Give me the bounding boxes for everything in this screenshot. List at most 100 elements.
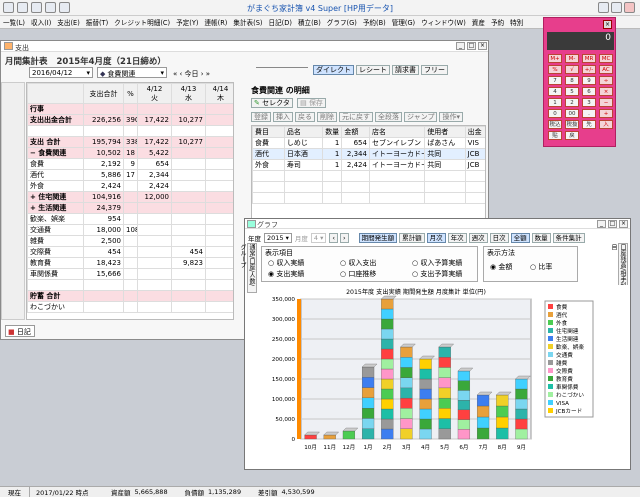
calc-key[interactable]: 3 xyxy=(582,98,596,107)
calc-key[interactable]: M- xyxy=(565,54,579,63)
calc-key[interactable]: 入 xyxy=(599,120,613,129)
calc-key[interactable]: √ xyxy=(565,65,579,74)
calc-key[interactable]: 貼 xyxy=(548,131,562,140)
display-item-radio[interactable]: ○ 収入予算実績 xyxy=(412,258,462,268)
summary-row[interactable]: + 生活関連 24,379 xyxy=(27,202,233,214)
summary-row[interactable]: わこづかい xyxy=(27,301,233,313)
calc-key[interactable]: MC xyxy=(599,54,613,63)
calc-key[interactable]: MR xyxy=(582,54,596,63)
graph-tab[interactable]: 条件集計 xyxy=(552,233,585,243)
display-method-radio[interactable]: ◉ 金額 xyxy=(490,262,512,272)
minimize-button[interactable] xyxy=(598,2,609,13)
menu-item[interactable]: 連帳(R) xyxy=(204,17,227,27)
summary-row[interactable]: 交際費 454 454 xyxy=(27,246,233,258)
display-item-radio[interactable]: ○ 支出予算実績 xyxy=(412,269,462,279)
summary-row[interactable]: 歓楽、娯楽 954 xyxy=(27,213,233,225)
summary-row[interactable]: 支出出金合計226,25639017,42210,277 xyxy=(27,114,233,126)
detail-row[interactable]: 酒代 日本酒 1 2,344 イトーヨーカドー 共同 JCB xyxy=(252,148,485,160)
graph-tab[interactable]: 週次 xyxy=(468,233,488,243)
menu-item[interactable]: クレジット明細(C) xyxy=(114,17,170,27)
summary-row[interactable] xyxy=(27,279,233,291)
detail-toolbar-button[interactable]: 登録 xyxy=(251,112,271,122)
display-item-radio[interactable]: ◉ 支出実績 xyxy=(268,269,304,279)
calc-key[interactable]: 税込 xyxy=(548,120,562,129)
diary-tab[interactable]: ■ 日記 xyxy=(5,325,35,337)
summary-row[interactable]: 支出 合計195,79433817,42210,277 xyxy=(27,136,233,148)
detail-row-empty[interactable] xyxy=(252,181,485,193)
calc-key[interactable]: . xyxy=(582,109,596,118)
settings-icon[interactable] xyxy=(45,2,56,13)
summary-row[interactable]: 食費 2,192 9 654 xyxy=(27,158,233,170)
display-item-radio[interactable]: ○ 口座推移 xyxy=(340,269,376,279)
detail-toolbar-button[interactable]: 操作▾ xyxy=(439,112,463,122)
menu-item[interactable]: ウィンドウ(W) xyxy=(421,17,466,27)
summary-row[interactable]: − 食費関連 10,502 18 5,422 xyxy=(27,147,233,159)
maximize-button[interactable]: □ xyxy=(467,42,476,50)
calc-key[interactable]: 戻 xyxy=(565,131,579,140)
graph-tab[interactable]: 日次 xyxy=(489,233,509,243)
minimize-button[interactable]: _ xyxy=(597,220,606,228)
display-method-radio[interactable]: ○ 比率 xyxy=(530,262,552,272)
detail-toolbar-button[interactable]: 全段落 xyxy=(375,112,402,122)
save-icon[interactable] xyxy=(17,2,28,13)
summary-row[interactable]: 酒代 5,886 17 2,344 xyxy=(27,169,233,181)
summary-row[interactable]: 教育費 18,423 9,823 xyxy=(27,257,233,269)
calc-key[interactable]: 9 xyxy=(582,76,596,85)
help-icon[interactable] xyxy=(59,2,70,13)
graph-tab[interactable]: 数量 xyxy=(531,233,551,243)
calc-key[interactable]: 8 xyxy=(565,76,579,85)
category-select[interactable]: ◆ 食費関連 ▾ xyxy=(97,67,167,78)
menu-item[interactable]: 収入(I) xyxy=(31,17,51,27)
select-button[interactable]: ✎ セレクタ xyxy=(251,98,293,108)
graph-tab[interactable]: 期間発生額 xyxy=(358,233,398,243)
calc-key[interactable]: + xyxy=(599,109,613,118)
calc-key[interactable]: − xyxy=(599,98,613,107)
summary-row[interactable]: 車関係費 15,666 xyxy=(27,268,233,280)
detail-tab[interactable]: フリー xyxy=(421,65,448,75)
detail-tab[interactable]: 請求書 xyxy=(392,65,419,75)
detail-toolbar-button[interactable]: ジャンプ xyxy=(404,112,438,122)
calc-key[interactable]: 0 xyxy=(548,109,562,118)
graph-tab[interactable]: 月次 xyxy=(426,233,446,243)
graph-tab[interactable]: 累計額 xyxy=(399,233,425,243)
menu-item[interactable]: 資産 xyxy=(472,17,485,27)
detail-row[interactable]: 食費 しめじ 1 654 セブンイレブン ぱあさん VIS xyxy=(252,137,485,149)
close-button[interactable]: × xyxy=(478,42,487,50)
menu-item[interactable]: グラフ(G) xyxy=(327,17,357,27)
menu-item[interactable]: 特別 xyxy=(510,17,523,27)
calc-key[interactable]: × xyxy=(599,87,613,96)
calc-key[interactable]: 00 xyxy=(565,109,579,118)
menu-item[interactable]: 管理(G) xyxy=(392,17,415,27)
calc-key[interactable]: 7 xyxy=(548,76,562,85)
calc-key[interactable]: 4 xyxy=(548,87,562,96)
save-button[interactable]: ▤ 保存 xyxy=(297,98,326,108)
detail-toolbar-button[interactable]: 戻る xyxy=(295,112,315,122)
prev-button[interactable]: ‹ xyxy=(329,233,338,243)
maximize-button[interactable]: □ xyxy=(608,220,617,228)
calc-key[interactable]: 6 xyxy=(582,87,596,96)
menu-item[interactable]: 集計表(S) xyxy=(233,17,262,27)
detail-tab[interactable]: ダイレクト xyxy=(313,65,354,75)
calc-key[interactable]: % xyxy=(548,65,562,74)
print-icon[interactable] xyxy=(31,2,42,13)
summary-row[interactable]: 行事 xyxy=(27,103,233,115)
menu-item[interactable]: 予約 xyxy=(491,17,504,27)
menu-item[interactable]: 振替(T) xyxy=(86,17,108,27)
summary-row[interactable]: 交通費18,000108 xyxy=(27,224,233,236)
month-select[interactable]: 4 ▾ xyxy=(310,233,327,243)
left-side-tab[interactable]: 通常/口座/人数/グループ xyxy=(239,243,257,293)
detail-toolbar-button[interactable]: 元に戻す xyxy=(339,112,373,122)
zoom-slider[interactable] xyxy=(256,62,308,68)
minimize-button[interactable]: _ xyxy=(456,42,465,50)
summary-row[interactable]: 貯蓄 合計 xyxy=(27,290,233,302)
summary-row[interactable]: 外食 2,424 2,424 xyxy=(27,180,233,192)
maximize-button[interactable] xyxy=(611,2,622,13)
date-navigator[interactable]: « ‹ 今日 › » xyxy=(173,69,210,79)
detail-toolbar-button[interactable]: 挿入 xyxy=(273,112,293,122)
close-button[interactable] xyxy=(624,2,635,13)
close-button[interactable]: × xyxy=(619,220,628,228)
calc-key[interactable]: 2 xyxy=(565,98,579,107)
graph-tab[interactable]: 年次 xyxy=(447,233,467,243)
summary-row[interactable]: + 住宅関連 104,916 12,000 xyxy=(27,191,233,203)
calc-key[interactable]: ÷ xyxy=(599,76,613,85)
